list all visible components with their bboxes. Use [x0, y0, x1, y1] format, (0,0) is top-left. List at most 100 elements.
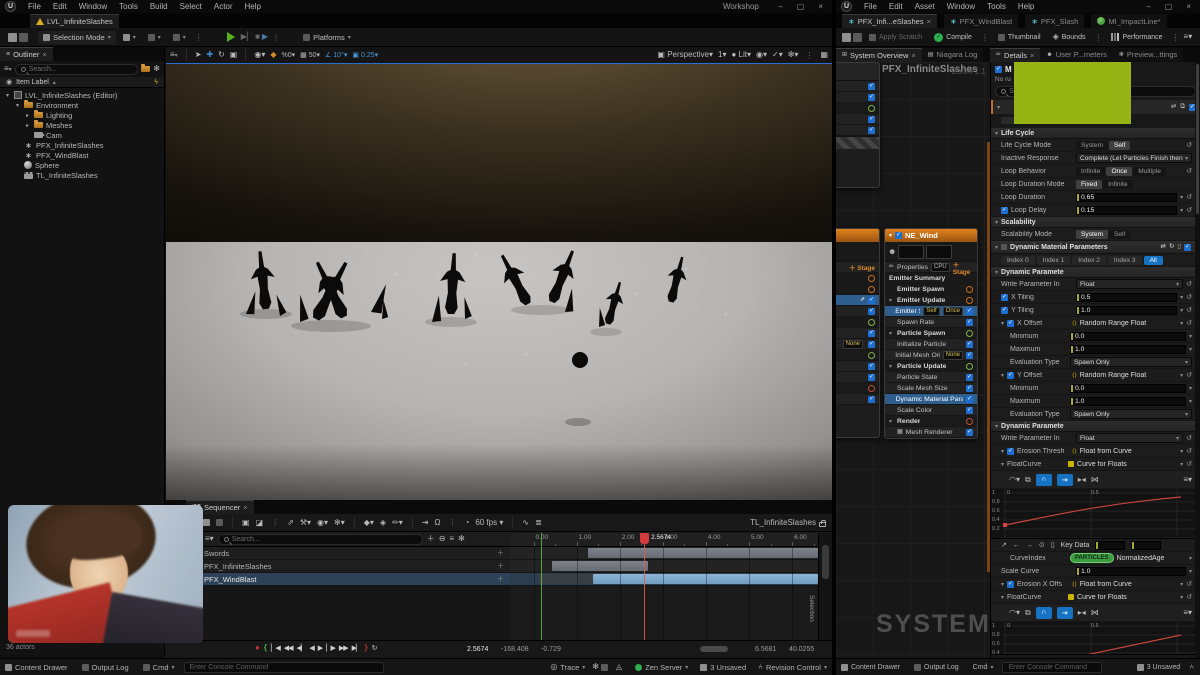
reset-icon[interactable]: ↺	[1186, 434, 1192, 442]
playhead-marker[interactable]	[640, 533, 650, 544]
delete-key-icon[interactable]: ▯	[1051, 541, 1055, 549]
seq-browse-icon[interactable]	[216, 519, 223, 526]
details-minimum[interactable]: Minimum 0.0 ▾	[991, 330, 1195, 343]
details-dynamic-paramete[interactable]: ▾ Dynamic Paramete	[991, 421, 1195, 432]
emitter-enabled-checkbox[interactable]: ✓	[995, 65, 1002, 73]
details-minimum[interactable]: Minimum 0.0 ▾	[991, 382, 1195, 395]
details-y-tiling[interactable]: ✓ Y Tiling 1.0 ▾ ↺	[991, 304, 1195, 317]
percent-snap[interactable]: %0▾	[282, 51, 296, 59]
dropdown-caret-icon[interactable]: ▾	[1189, 333, 1192, 340]
stage-circle-icon[interactable]	[868, 274, 875, 282]
lit-mode-dropdown[interactable]: ● Lit▾	[731, 51, 751, 59]
expand-arrow-icon[interactable]: ▾	[889, 297, 894, 304]
curve-editor-toolbar[interactable]: ◠▾ ⧉ ∩ ⇥ ▸◂ ⋈ ≡▾	[991, 471, 1195, 489]
node-row-particle-update[interactable]: ▾ Particle Update	[885, 361, 977, 372]
seg-option-self[interactable]: Self	[1108, 140, 1131, 150]
output-log-button[interactable]: Output Log	[77, 659, 134, 675]
seg-option-once[interactable]: Once	[1106, 166, 1133, 176]
bowtie-icon[interactable]: ⋈	[1091, 475, 1099, 484]
node-row-spawn-rate[interactable]: Spawn Rate ✓	[885, 317, 977, 328]
skip-to-icon[interactable]: ▶▏	[241, 33, 253, 41]
viewport-scene[interactable]	[166, 64, 832, 500]
reset-icon[interactable]: ↺	[1186, 206, 1192, 214]
filter-icon[interactable]: ≡▾	[4, 65, 12, 74]
add-track-plus-icon[interactable]: ＋	[427, 535, 435, 543]
content-drawer-button[interactable]: Content Drawer	[0, 659, 73, 675]
blueprints-dropdown[interactable]: ▾	[143, 32, 166, 43]
expand-arrow-icon[interactable]: ▸	[24, 112, 31, 119]
dynamic-value-label[interactable]: Curve for Floats	[1077, 594, 1177, 601]
value-field[interactable]: 0.65	[1076, 192, 1178, 202]
level-tab[interactable]: LVL_InfiniteSlashes	[30, 14, 119, 28]
close-tab-icon[interactable]: ×	[927, 17, 931, 26]
menu-build[interactable]: Build	[144, 2, 174, 11]
rotate-tool-icon[interactable]: ↻	[218, 51, 225, 59]
add-section-icon[interactable]: ＋	[497, 548, 504, 558]
world-local-toggle-icon[interactable]: ◉▾	[254, 51, 265, 59]
save-icon[interactable]	[8, 32, 17, 42]
node-row-render[interactable]: ▾ Render	[885, 416, 977, 427]
bowtie-icon[interactable]: ⋈	[1091, 608, 1099, 617]
checkbox-icon[interactable]: ✓	[868, 362, 875, 370]
seq-snap-options-icon[interactable]: ⋮	[446, 518, 458, 527]
zen-server-dropdown[interactable]: Zen Server ▾	[630, 663, 693, 672]
viewport-more-icon[interactable]: ⋮	[803, 51, 815, 60]
details-life-cycle[interactable]: ▾ Life Cycle	[991, 128, 1195, 139]
perspective-dropdown[interactable]: ▣ Perspective▾	[657, 51, 713, 59]
asset-tab-pfx-infi-eslashes[interactable]: ∗ PFX_Infi...eSlashes ×	[842, 14, 937, 28]
refresh-icon[interactable]: ↻	[1169, 243, 1174, 251]
value-field[interactable]: 1.0	[1076, 566, 1186, 576]
section-enabled-checkbox[interactable]: ✓	[1184, 243, 1191, 251]
expand-arrow-icon[interactable]: ▾	[4, 92, 11, 99]
printer-icon[interactable]	[601, 663, 608, 671]
close-button[interactable]: ×	[1179, 2, 1198, 11]
menu-asset[interactable]: Asset	[909, 2, 941, 11]
dynamic-value-label[interactable]: Random Range Float	[1080, 320, 1177, 327]
outliner-item-pfx-infiniteslashes[interactable]: ∗ PFX_InfiniteSlashes	[4, 140, 164, 150]
prev-key-icon[interactable]: ←	[1013, 542, 1020, 549]
expand-arrow-icon[interactable]: ▾	[1001, 461, 1004, 468]
outliner-item-lvl-infiniteslashes-editor[interactable]: ▾ LVL_InfiniteSlashes (Editor)	[4, 90, 164, 100]
dropdown-caret-icon[interactable]: ▾	[1180, 207, 1183, 214]
reset-icon[interactable]: ↺	[1186, 460, 1192, 468]
value-chip[interactable]: None	[942, 350, 963, 360]
dynamic-value-label[interactable]: Curve for Floats	[1077, 461, 1177, 468]
reset-icon[interactable]: ↺	[1186, 319, 1192, 327]
details-maximum[interactable]: Maximum 1.0 ▾	[991, 395, 1195, 408]
reset-icon[interactable]: ↺	[1186, 141, 1192, 149]
node-row-emitter-update[interactable]: ▾ Emitter Update	[885, 295, 977, 306]
outliner-item-environment[interactable]: ▾ Environment	[4, 100, 164, 110]
play-button[interactable]	[226, 32, 235, 42]
list-icon[interactable]: ≡	[449, 535, 454, 543]
pill-value-label[interactable]: NormalizedAge	[1117, 555, 1165, 562]
dropdown-caret-icon[interactable]: ▾	[1180, 461, 1183, 468]
track-filter-icon[interactable]: ≡▾	[205, 535, 214, 543]
menu-window[interactable]: Window	[941, 2, 981, 11]
timeline-row-swords[interactable]	[510, 547, 818, 560]
maximize-viewport-icon[interactable]: ▦	[820, 51, 828, 59]
scale-tool-icon[interactable]: ▣	[230, 51, 238, 59]
segmented-control[interactable]: System Self	[1076, 140, 1183, 150]
outliner-settings-icon[interactable]: ✻	[153, 65, 160, 73]
expand-arrow-icon[interactable]: ▾	[1001, 372, 1004, 379]
console-command-input[interactable]: Enter Console Command	[183, 661, 384, 673]
menu-file[interactable]: File	[22, 2, 47, 11]
stage-circle-icon[interactable]	[966, 285, 973, 293]
outliner-item-meshes[interactable]: ▸ Meshes	[4, 120, 164, 130]
add-stage-button[interactable]: ＋ Stage	[849, 262, 875, 272]
menu-edit[interactable]: Edit	[883, 2, 909, 11]
cmd-dropdown[interactable]: Cmd ▾	[138, 659, 180, 675]
snap-value-button[interactable]: ⇥	[1056, 606, 1073, 619]
menu-select[interactable]: Select	[174, 2, 208, 11]
fps-dropdown[interactable]: 60 fps ▾	[475, 518, 503, 527]
minimize-button[interactable]: –	[771, 2, 789, 11]
export-curve-icon[interactable]: ⧉	[1025, 608, 1031, 618]
seq-keys-settings-dropdown[interactable]: ✻▾	[334, 518, 345, 527]
module-enabled-checkbox[interactable]: ✓	[966, 428, 973, 436]
track-settings-icon[interactable]: ✻	[458, 535, 465, 543]
dropdown-caret-icon[interactable]: ▾	[1189, 346, 1192, 353]
cinematics-dropdown[interactable]: ▾	[168, 32, 191, 43]
curve-template-dropdown[interactable]: ◠▾	[1009, 608, 1020, 617]
details-inactive-response[interactable]: Inactive Response Complete (Let Particles…	[991, 152, 1195, 165]
dropdown-caret-icon[interactable]: ▾	[1180, 594, 1183, 601]
